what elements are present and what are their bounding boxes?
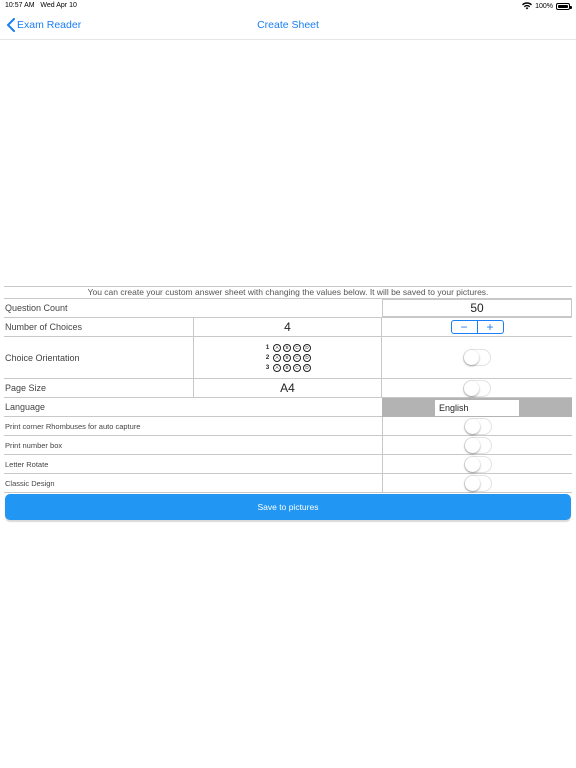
row-language: Language English: [4, 398, 572, 417]
save-button[interactable]: Save to pictures: [5, 494, 571, 520]
print-corner-label: Print corner Rhombuses for auto capture: [5, 421, 141, 431]
choices-stepper: − +: [450, 320, 504, 334]
row-number-of-choices: Number of Choices 4 − +: [4, 318, 572, 337]
row-print-number: Print number box: [4, 436, 572, 455]
page-title: Create Sheet: [257, 19, 319, 31]
question-count-field[interactable]: 50: [382, 299, 572, 317]
battery-percent: 100%: [535, 2, 553, 10]
orientation-toggle[interactable]: [463, 349, 491, 366]
language-label: Language: [5, 402, 46, 412]
row-print-corner: Print corner Rhombuses for auto capture: [4, 417, 572, 436]
bubble: D: [303, 353, 311, 362]
bubble: D: [303, 363, 311, 372]
status-date: Wed Apr 10: [40, 2, 77, 9]
choices-value: 4: [193, 318, 382, 336]
bubble: B: [283, 343, 291, 352]
orientation-num: 1: [265, 344, 270, 351]
row-page-size: Page Size A4: [4, 379, 572, 398]
orientation-num: 3: [265, 364, 270, 371]
bubble: A: [273, 363, 281, 372]
bubble: D: [303, 343, 311, 352]
orientation-label: Choice Orientation: [5, 352, 80, 363]
bubble: B: [283, 363, 291, 372]
orientation-preview: 1 A B C D 2 A B C D 3 A B C D: [264, 343, 311, 372]
bubble: A: [273, 343, 281, 352]
row-question-count: Question Count 50: [4, 299, 572, 318]
print-corner-toggle[interactable]: [463, 417, 492, 435]
orientation-line: 3 A B C D: [264, 363, 311, 372]
print-number-label: Print number box: [5, 440, 63, 450]
letter-rotate-label: Letter Rotate: [5, 459, 49, 469]
classic-design-label: Classic Design: [5, 478, 55, 488]
row-letter-rotate: Letter Rotate: [4, 455, 572, 474]
nav-bar: Exam Reader Create Sheet: [0, 12, 576, 40]
info-text: You can create your custom answer sheet …: [4, 286, 572, 299]
decrement-button[interactable]: −: [452, 321, 477, 333]
row-classic-design: Classic Design: [4, 474, 572, 493]
choices-label: Number of Choices: [5, 322, 83, 332]
status-time: 10:57 AM: [5, 2, 35, 9]
row-choice-orientation: Choice Orientation 1 A B C D 2 A B C D 3…: [4, 337, 572, 379]
bubble: B: [283, 353, 291, 362]
sheet-settings-form: You can create your custom answer sheet …: [4, 286, 572, 493]
page-size-value: A4: [193, 379, 382, 397]
bubble: C: [293, 353, 301, 362]
letter-rotate-toggle[interactable]: [463, 455, 492, 473]
orientation-line: 1 A B C D: [264, 343, 311, 352]
bubble: A: [273, 353, 281, 362]
status-bar: 10:57 AM Wed Apr 10 100%: [0, 0, 576, 12]
orientation-line: 2 A B C D: [264, 353, 311, 362]
language-select[interactable]: English: [435, 399, 519, 416]
bubble: C: [293, 363, 301, 372]
wifi-icon: [522, 2, 533, 10]
question-count-label: Question Count: [5, 303, 68, 313]
increment-button[interactable]: +: [476, 321, 503, 333]
bubble: C: [293, 343, 301, 352]
battery-icon: [556, 2, 572, 10]
print-number-toggle[interactable]: [463, 436, 492, 454]
page-size-toggle[interactable]: [463, 379, 491, 397]
page-size-label: Page Size: [5, 383, 47, 393]
classic-design-toggle[interactable]: [463, 474, 492, 492]
orientation-num: 2: [265, 354, 270, 361]
